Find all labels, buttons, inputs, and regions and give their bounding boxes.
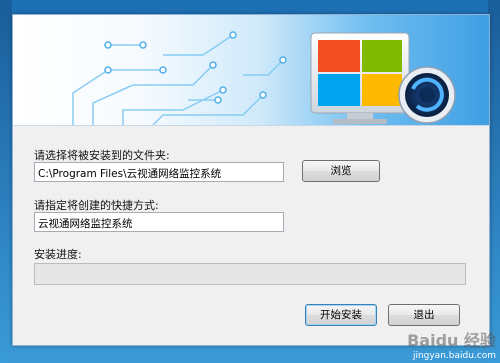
watermark-url: jingyan.baidu.com: [412, 351, 496, 361]
folder-label: 请选择将被安装到的文件夹:: [34, 149, 170, 162]
baidu-watermark: Baidu 经验 jingyan.baidu.com: [407, 327, 496, 361]
browse-button[interactable]: 浏览: [302, 160, 380, 182]
watermark-logo: Baidu 经验: [407, 331, 496, 350]
header-banner: [13, 15, 489, 126]
shortcut-name-field[interactable]: 云视通网络监控系统: [34, 212, 284, 232]
monitor-icon: [310, 32, 456, 124]
desktop-background-left: [0, 0, 12, 363]
install-path-field[interactable]: C:\Program Files\云视通网络监控系统: [34, 162, 284, 182]
installer-dialog: 请选择将被安装到的文件夹: C:\Program Files\云视通网络监控系统…: [12, 14, 490, 346]
start-install-button[interactable]: 开始安装: [305, 304, 377, 326]
install-progress-bar: [34, 263, 466, 285]
progress-label: 安装进度:: [34, 248, 82, 261]
exit-button[interactable]: 退出: [388, 304, 460, 326]
shortcut-label: 请指定将创建的快捷方式:: [34, 199, 159, 212]
